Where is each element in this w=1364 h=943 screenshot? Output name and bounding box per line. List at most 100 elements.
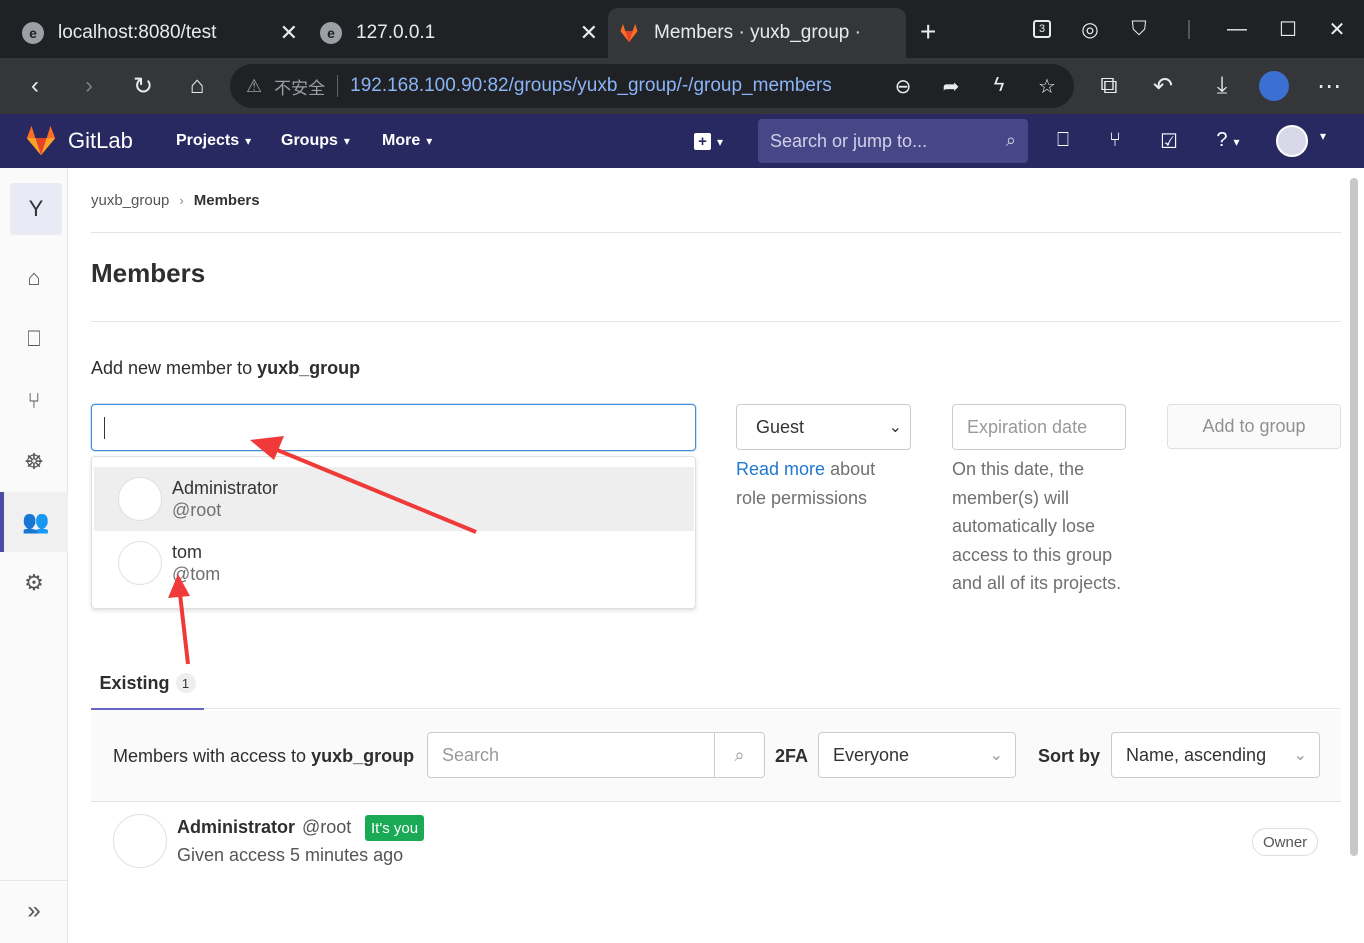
tab-close-icon[interactable]: ✕ (580, 20, 598, 46)
nav-projects-label: Projects (176, 132, 240, 149)
browser-tab-127[interactable]: e 127.0.0.1 ✕ (310, 8, 610, 58)
window-close-icon[interactable]: ✕ (1322, 14, 1352, 44)
browser-tab-localhost[interactable]: e localhost:8080/test ✕ (10, 8, 310, 58)
breadcrumb-group[interactable]: yuxb_group (91, 192, 169, 209)
suggestion-administrator[interactable]: Administrator @root (94, 467, 694, 531)
profile-avatar-icon[interactable] (1259, 71, 1289, 101)
member-username: @root (302, 817, 352, 837)
group-avatar[interactable]: Y (10, 183, 62, 235)
avatar[interactable] (113, 814, 167, 868)
tab-close-icon[interactable]: ✕ (280, 20, 298, 46)
gitlab-logo-icon[interactable] (24, 124, 58, 158)
role-select-value: Guest (756, 416, 805, 437)
chevron-down-icon: ▾ (343, 134, 350, 148)
lightning-icon[interactable]: ϟ (986, 74, 1012, 97)
undo-menu-icon[interactable]: ↶ (1148, 71, 1178, 101)
add-member-group-name: yuxb_group (257, 358, 361, 378)
help-question-icon[interactable]: ? ▾ (1206, 129, 1250, 152)
minimize-icon[interactable]: — (1222, 14, 1252, 44)
sort-label: Sort by (1038, 746, 1101, 766)
add-to-group-button[interactable]: Add to group (1167, 404, 1341, 449)
back-icon[interactable]: ‹ (20, 71, 50, 101)
member-name[interactable]: Administrator (177, 817, 295, 838)
address-bar[interactable]: ⚠ 不安全 192.168.100.90:82/groups/yuxb_grou… (230, 64, 1074, 108)
more-menu-icon[interactable]: ⋯ (1314, 71, 1344, 101)
member-search-input[interactable] (91, 404, 696, 451)
divider (91, 232, 1341, 233)
warning-triangle-icon: ⚠ (246, 75, 263, 96)
tab-existing-label: Existing (99, 672, 170, 693)
global-search-input[interactable]: Search or jump to... ⌕ (758, 119, 1028, 163)
breadcrumb-current[interactable]: Members (194, 192, 260, 209)
home-icon[interactable]: ⌂ (0, 248, 68, 308)
sort-select-value: Name, ascending (1126, 744, 1267, 765)
text-caret (104, 417, 105, 439)
suggestion-username: @root (172, 500, 222, 520)
nav-projects[interactable]: Projects ▾ (176, 132, 251, 150)
chevron-down-icon[interactable]: ▾ (1310, 129, 1336, 143)
merge-request-icon[interactable]: ⑂ (1102, 129, 1128, 152)
nav-more-label: More (382, 132, 421, 149)
download-icon[interactable]: ⤓ (1207, 71, 1237, 101)
gitlab-brand[interactable]: GitLab (68, 128, 133, 154)
member-suggestions-dropdown: Administrator @root tom @tom (91, 456, 696, 609)
issues-icon[interactable]: ⎕ (1050, 129, 1076, 152)
incognito-icon[interactable]: ◎ (1075, 14, 1105, 44)
member-row: Administrator @root It's you Given acces… (91, 802, 1341, 882)
share-icon[interactable]: ➦ (938, 74, 964, 99)
maximize-icon[interactable]: ☐ (1273, 14, 1303, 44)
insecure-label: 不安全 (274, 78, 326, 98)
extensions-icon[interactable]: ⧉ (1094, 71, 1124, 101)
breadcrumb: yuxb_group › Members (91, 192, 260, 209)
nav-groups[interactable]: Groups ▾ (281, 132, 350, 150)
favorite-star-icon[interactable]: ☆ (1034, 74, 1060, 99)
user-avatar[interactable] (1276, 125, 1308, 157)
address-url[interactable]: 192.168.100.90:82/groups/yuxb_group/-/gr… (350, 75, 832, 97)
role-help: Read more about role permissions (736, 455, 906, 513)
issues-icon[interactable]: ⎕ (0, 309, 68, 369)
members-search-input[interactable]: Search ⌕ (427, 732, 765, 778)
sort-select[interactable]: Name, ascending ⌄ (1111, 732, 1320, 778)
gitlab-favicon-icon (618, 22, 640, 44)
suggestion-tom[interactable]: tom @tom (94, 531, 694, 595)
nav-groups-label: Groups (281, 132, 338, 149)
role-select[interactable]: Guest ⌄ (736, 404, 911, 450)
expiration-date-input[interactable]: Expiration date (952, 404, 1126, 450)
search-icon: ⌕ (1005, 130, 1016, 150)
reload-icon[interactable]: ↻ (128, 71, 158, 101)
members-search-placeholder: Search (442, 744, 500, 765)
members-icon[interactable]: 👥 (0, 492, 68, 552)
tab-title: 127.0.0.1 (356, 22, 436, 43)
shirt-theme-icon[interactable]: ⛉ (1124, 14, 1154, 44)
tab-actions-icon[interactable]: 3 (1027, 14, 1057, 44)
browser-toolbar: ‹ › ↻ ⌂ ⚠ 不安全 192.168.100.90:82/groups/y… (0, 58, 1364, 114)
filter-group-name: yuxb_group (311, 746, 415, 766)
new-item-plus-icon[interactable]: + ▾ (694, 130, 723, 151)
collapse-sidebar-icon[interactable]: » (0, 880, 68, 940)
zoom-out-icon[interactable]: ⊖ (890, 74, 916, 99)
page-scrollbar[interactable] (1350, 178, 1358, 856)
filter-label-prefix: Members with access to (113, 746, 307, 766)
tabs-divider (91, 708, 1341, 709)
forward-icon[interactable]: › (74, 71, 104, 101)
search-icon[interactable]: ⌕ (714, 733, 764, 777)
tab-title: localhost:8080/test (58, 22, 217, 43)
divider (91, 321, 1341, 322)
home-icon[interactable]: ⌂ (182, 71, 212, 101)
browser-tab-members[interactable]: Members · yuxb_group · (608, 8, 906, 58)
tab-existing[interactable]: Existing 1 (91, 658, 204, 710)
settings-icon[interactable]: ⚙ (0, 553, 68, 613)
member-role-badge: Owner (1252, 828, 1319, 856)
kubernetes-icon[interactable]: ☸ (0, 432, 68, 492)
tab-existing-count: 1 (175, 673, 196, 693)
avatar (118, 541, 162, 585)
nav-more[interactable]: More ▾ (382, 132, 432, 150)
new-tab-plus-icon[interactable]: + (920, 16, 936, 48)
merge-request-icon[interactable]: ⑂ (0, 371, 68, 431)
todo-checkbox-icon[interactable]: ☑ (1156, 129, 1182, 154)
twofa-select[interactable]: Everyone ⌄ (818, 732, 1016, 778)
browser-tab-bar: e localhost:8080/test ✕ e 127.0.0.1 ✕ Me… (0, 0, 1364, 58)
read-more-link[interactable]: Read more (736, 459, 825, 479)
separator-icon: | (1186, 17, 1192, 40)
chevron-down-icon: ⌄ (1293, 747, 1307, 764)
